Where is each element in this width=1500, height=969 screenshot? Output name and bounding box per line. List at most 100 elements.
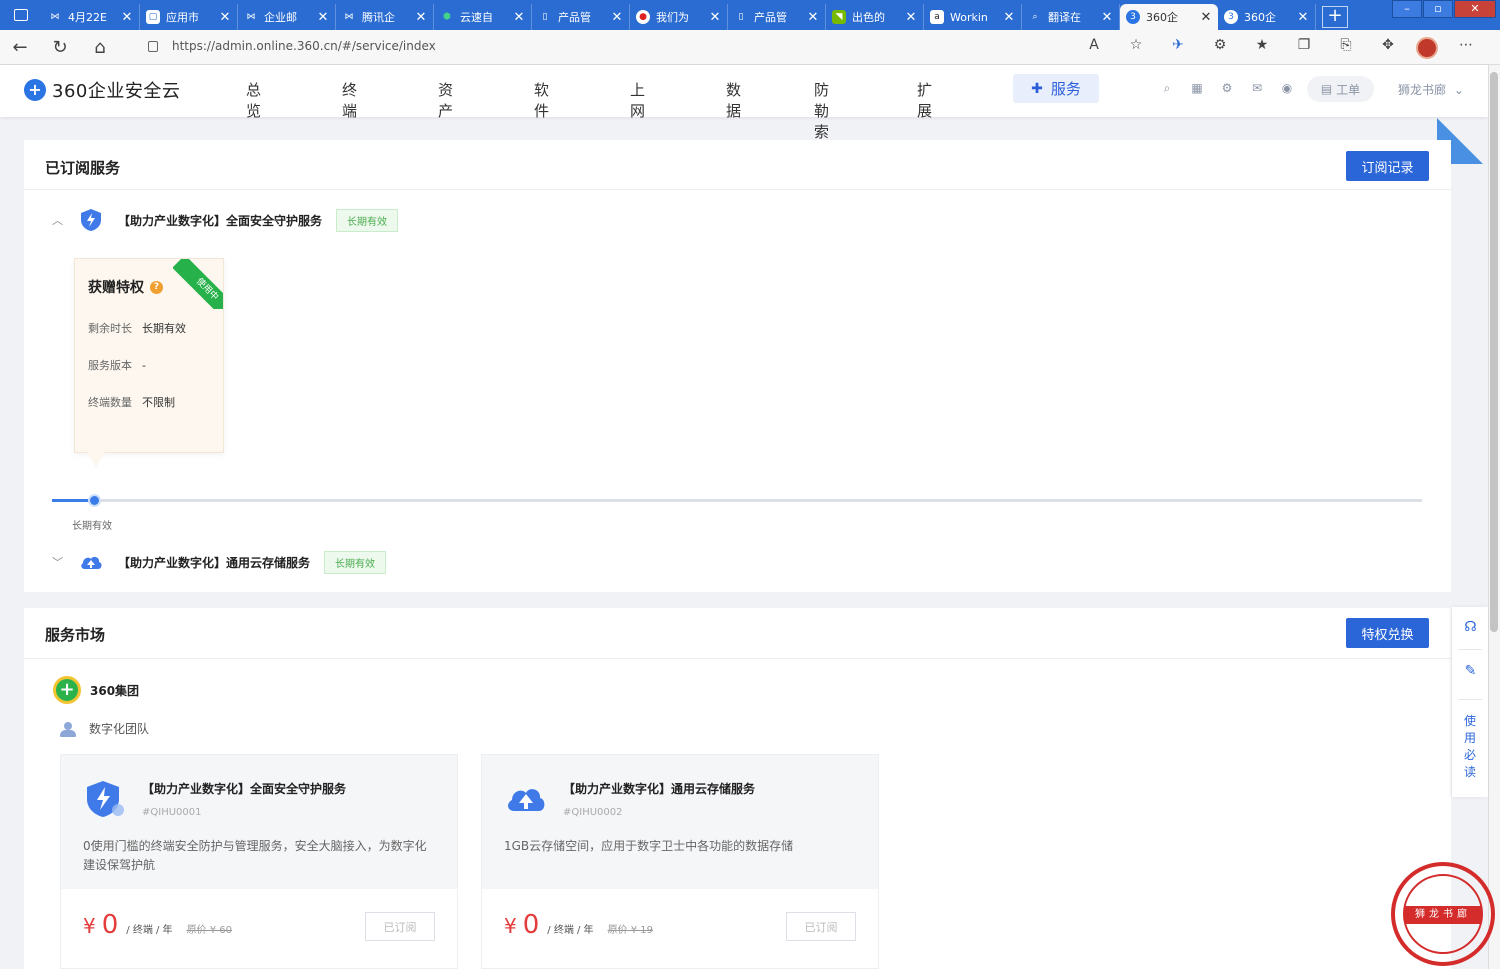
user-guide-link[interactable]: 使用必读 xyxy=(1464,713,1478,781)
screenshot-icon[interactable]: ⎘ xyxy=(1332,37,1360,57)
browser-tab[interactable]: ● 我们为 ✕ xyxy=(630,4,728,30)
close-icon[interactable]: ✕ xyxy=(415,10,427,25)
apps-grid-icon[interactable]: ▦ xyxy=(1190,81,1204,95)
privilege-title: 获赠特权 ? xyxy=(88,277,163,297)
privilege-card: 获赠特权 ? 使用中 剩余时长 长期有效 服务版本 - 终端数量 不限制 xyxy=(74,258,224,468)
workorder-button[interactable]: ▤ 工单 xyxy=(1307,76,1374,102)
subscribed-button[interactable]: 已订阅 xyxy=(365,912,435,941)
nav-overview[interactable]: 总览 xyxy=(246,79,261,121)
mail-icon[interactable]: ✉ xyxy=(1250,81,1264,95)
close-icon[interactable]: ✕ xyxy=(1297,10,1309,25)
floating-toolbar: ☊ ✎ 使用必读 xyxy=(1452,607,1488,797)
timeline-track[interactable] xyxy=(52,499,1422,502)
url-field[interactable]: https://admin.online.360.cn/#/service/in… xyxy=(148,39,436,53)
nvidia-icon: ◥ xyxy=(832,10,846,24)
extensions-icon[interactable]: ⚙ xyxy=(1206,37,1234,57)
browser-tab[interactable]: ⬢ 云速自 ✕ xyxy=(434,4,532,30)
close-icon[interactable]: ✕ xyxy=(513,10,525,25)
nav-data[interactable]: 数据 xyxy=(726,79,741,121)
home-icon[interactable]: ⌂ xyxy=(80,37,120,58)
nav-extend[interactable]: 扩展 xyxy=(917,79,932,121)
close-icon[interactable]: ✕ xyxy=(1200,10,1212,25)
read-aloud-icon[interactable]: A xyxy=(1080,37,1108,57)
tab-actions-button[interactable] xyxy=(0,0,42,30)
browser-tab[interactable]: ▯ 产品管 ✕ xyxy=(728,4,826,30)
app-logo[interactable]: + 360企业安全云 xyxy=(24,77,180,103)
user-menu[interactable]: 狮龙书廊 ⌄ xyxy=(1398,81,1464,98)
help-circle-icon[interactable]: ◉ xyxy=(1280,81,1294,95)
close-icon[interactable]: ✕ xyxy=(709,10,721,25)
timeline-handle[interactable] xyxy=(88,494,101,507)
nav-software[interactable]: 软件 xyxy=(534,79,549,121)
close-icon[interactable]: ✕ xyxy=(317,10,329,25)
settings-gear-icon[interactable]: ⚙ xyxy=(1220,81,1234,95)
browser-toolbar: A ☆ ✈ ⚙ ★ ❐ ⎘ ✥ ⋯ xyxy=(1066,37,1480,59)
more-menu-icon[interactable]: ⋯ xyxy=(1452,37,1480,57)
browser-tab[interactable]: ▢ 应用市 ✕ xyxy=(140,4,238,30)
nav-service-active[interactable]: ✚ 服务 xyxy=(1013,74,1099,103)
status-badge: 长期有效 xyxy=(336,208,399,232)
browser-tab[interactable]: a Workin ✕ xyxy=(924,4,1022,30)
cloud-storage-icon xyxy=(508,789,545,811)
market-service-card[interactable]: 【助力产业数字化】通用云存储服务 #QIHU0002 1GB云存储空间，应用于数… xyxy=(481,754,879,969)
market-service-card[interactable]: 【助力产业数字化】全面安全守护服务 #QIHU0001 0使用门槛的终端安全防护… xyxy=(60,754,458,969)
team-icon xyxy=(60,721,78,737)
nav-internet[interactable]: 上网 xyxy=(630,79,645,121)
games-icon[interactable]: ✥ xyxy=(1374,37,1402,57)
card-description: 0使用门槛的终端安全防护与管理服务，安全大脑接入，为数字化建设保驾护航 xyxy=(83,839,427,872)
close-icon[interactable]: ✕ xyxy=(219,10,231,25)
status-badge: 长期有效 xyxy=(324,550,387,574)
favorites-icon[interactable]: ★ xyxy=(1248,37,1276,57)
service-row[interactable]: ﹀ 【助力产业数字化】通用云存储服务 长期有效 xyxy=(52,549,387,575)
window-close-button[interactable]: ✕ xyxy=(1454,0,1496,18)
close-icon[interactable]: ✕ xyxy=(1101,10,1113,25)
browser-tab[interactable]: ▯ 产品管 ✕ xyxy=(532,4,630,30)
close-icon[interactable]: ✕ xyxy=(611,10,623,25)
browser-tab-active[interactable]: 3 360企 ✕ xyxy=(1120,4,1218,30)
chevron-up-icon[interactable]: ︿ xyxy=(52,212,66,228)
cloud-icon: ⬢ xyxy=(443,12,451,22)
subscribed-button[interactable]: 已订阅 xyxy=(786,912,856,941)
browser-tab[interactable]: 3 360企 ✕ xyxy=(1218,4,1316,30)
section-title: 已订阅服务 xyxy=(45,159,121,177)
nav-ransomware[interactable]: 防勒索 xyxy=(814,79,829,142)
price: ¥ 0 / 终端 / 年 原价 ¥ 19 xyxy=(504,910,654,940)
stamp-text: 狮龙书廊 xyxy=(1405,906,1481,924)
browser-tab[interactable]: ◥ 出色的 ✕ xyxy=(826,4,924,30)
browser-tab[interactable]: ⋈ 腾讯企 ✕ xyxy=(336,4,434,30)
lock-icon xyxy=(148,40,158,52)
collections-icon[interactable]: ❐ xyxy=(1290,37,1318,57)
url-text: https://admin.online.360.cn/#/service/in… xyxy=(172,39,436,53)
scrollbar-thumb[interactable] xyxy=(1490,72,1498,632)
close-icon[interactable]: ✕ xyxy=(807,10,819,25)
chevron-down-icon[interactable]: ﹀ xyxy=(52,554,66,570)
section-title: 服务市场 xyxy=(45,626,106,644)
minimize-button[interactable]: – xyxy=(1392,0,1422,18)
close-icon[interactable]: ✕ xyxy=(1003,10,1015,25)
close-icon[interactable]: ✕ xyxy=(121,10,133,25)
privilege-exchange-button[interactable]: 特权兑换 xyxy=(1346,618,1429,648)
profile-avatar[interactable] xyxy=(1416,37,1438,59)
extension-icon[interactable]: ✈ xyxy=(1164,37,1192,57)
360-icon: 3 xyxy=(1224,10,1238,24)
close-icon[interactable]: ✕ xyxy=(905,10,917,25)
price: ¥ 0 / 终端 / 年 原价 ¥ 60 xyxy=(83,910,233,940)
subscription-record-button[interactable]: 订阅记录 xyxy=(1346,151,1429,181)
card-code: #QIHU0002 xyxy=(563,807,623,818)
browser-tab[interactable]: ⋈ 4月22E ✕ xyxy=(42,4,140,30)
browser-tab[interactable]: ⋈ 企业邮 ✕ xyxy=(238,4,336,30)
nav-terminal[interactable]: 终端 xyxy=(342,79,357,121)
edit-icon[interactable]: ✎ xyxy=(1462,663,1479,680)
headset-icon[interactable]: ☊ xyxy=(1462,619,1479,636)
service-row[interactable]: ︿ 【助力产业数字化】全面安全守护服务 长期有效 xyxy=(52,207,399,233)
add-favorite-icon[interactable]: ☆ xyxy=(1122,37,1150,57)
question-icon[interactable]: ? xyxy=(150,280,163,294)
search-icon[interactable]: ⌕ xyxy=(1160,81,1174,95)
maximize-button[interactable]: ▫ xyxy=(1423,0,1453,18)
browser-tab[interactable]: ⌕ 翻译在 ✕ xyxy=(1022,4,1120,30)
nav-assets[interactable]: 资产 xyxy=(438,79,453,121)
new-tab-button[interactable]: + xyxy=(1322,6,1348,28)
refresh-icon[interactable]: ↻ xyxy=(40,37,80,58)
service-name: 【助力产业数字化】全面安全守护服务 xyxy=(118,213,323,228)
back-arrow-icon[interactable]: ← xyxy=(0,37,40,58)
